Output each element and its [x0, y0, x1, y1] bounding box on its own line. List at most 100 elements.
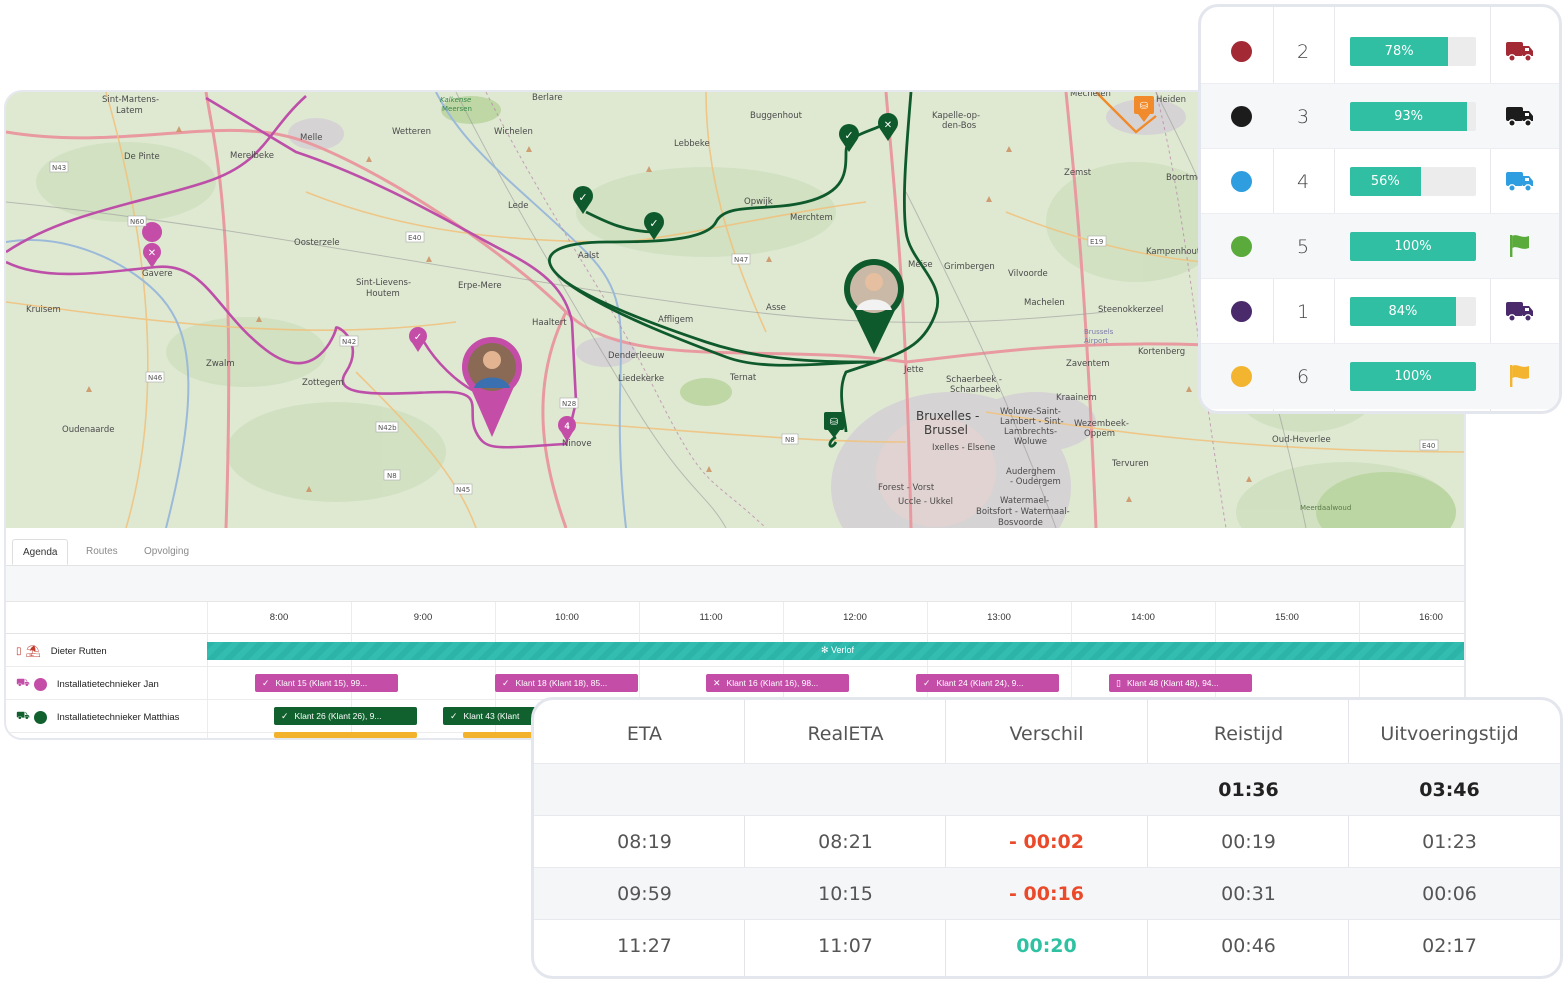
- check-icon: ✓: [502, 678, 510, 688]
- avatar: [33, 677, 47, 691]
- progress-bar: 78%: [1350, 37, 1476, 66]
- vehicle-row[interactable]: 2 78%: [1201, 19, 1559, 84]
- svg-text:Zemst: Zemst: [1064, 168, 1092, 178]
- vehicle-color-dot: [1231, 106, 1252, 127]
- resource-label: Installatietechnieker Matthias: [56, 711, 180, 723]
- truck-icon: [1505, 298, 1539, 326]
- avatar: [33, 710, 47, 724]
- svg-text:Oosterzele: Oosterzele: [294, 238, 340, 248]
- svg-text:⛁: ⛁: [830, 417, 838, 428]
- svg-text:Sint-Lievens-: Sint-Lievens-: [356, 278, 411, 288]
- resource-name[interactable]: ⛟ Installatietechnieker Matthias: [16, 710, 179, 724]
- tab-opvolging[interactable]: Opvolging: [134, 539, 199, 565]
- svg-text:Lede: Lede: [508, 201, 528, 211]
- appointment[interactable]: ✓ Klant 24 (Klant 24), 9...: [916, 674, 1059, 692]
- agenda-toolbar: [6, 566, 1464, 602]
- vehicle-row[interactable]: 4 56%: [1201, 149, 1559, 214]
- appointment-label: Klant 18 (Klant 18), 85...: [515, 678, 608, 688]
- resource-label: Installatietechnieker Jan: [56, 678, 159, 690]
- appointment[interactable]: ✓ Klant 18 (Klant 18), 85...: [495, 674, 638, 692]
- reistijd-cell: 00:19: [1221, 831, 1276, 853]
- verschil-cell: 00:20: [1016, 935, 1077, 957]
- svg-text:Denderleeuw: Denderleeuw: [608, 351, 664, 361]
- progress-fill: 100%: [1350, 232, 1476, 261]
- appointment-label: Klant 16 (Klant 16), 98...: [726, 678, 819, 688]
- total-reistijd: 01:36: [1218, 779, 1279, 801]
- svg-text:Meerdaalwoud: Meerdaalwoud: [1300, 504, 1351, 512]
- tab-routes[interactable]: Routes: [76, 539, 128, 565]
- column-header-verschil[interactable]: Verschil: [946, 700, 1147, 764]
- appointment-label: Klant 24 (Klant 24), 9...: [936, 678, 1024, 688]
- appointment[interactable]: ✓ Klant 26 (Klant 26), 9...: [274, 707, 417, 725]
- resource-name[interactable]: ▯ ⛱ Dieter Rutten: [16, 644, 107, 658]
- svg-text:- Oudergem: - Oudergem: [1010, 477, 1061, 487]
- table-row[interactable]: 08:19 08:21 - 00:02 00:19 01:23: [534, 816, 1560, 868]
- progress-bar: 100%: [1350, 232, 1476, 261]
- totals-row: 01:36 03:46: [534, 764, 1560, 816]
- appointment[interactable]: ✓ Klant 15 (Klant 15), 99...: [255, 674, 398, 692]
- progress-fill: 78%: [1350, 37, 1449, 66]
- vehicle-row[interactable]: 5 100%: [1201, 214, 1559, 279]
- svg-text:Sint-Martens-: Sint-Martens-: [102, 95, 159, 105]
- cross-icon: ✕: [713, 678, 721, 688]
- svg-text:✕: ✕: [148, 248, 156, 259]
- uitvoeringstijd-cell: 02:17: [1422, 935, 1477, 957]
- vehicle-number: 3: [1296, 106, 1310, 128]
- progress-bar: 84%: [1350, 297, 1476, 326]
- check-icon: ✓: [450, 711, 458, 721]
- appointment-label: Klant 43 (Klant: [463, 711, 520, 721]
- appointment[interactable]: ▯ Klant 48 (Klant 48), 94...: [1109, 674, 1252, 692]
- realeta-cell: 08:21: [818, 831, 873, 853]
- svg-text:Kortenberg: Kortenberg: [1138, 347, 1185, 357]
- svg-text:E40: E40: [1422, 442, 1435, 450]
- resource-row: ⛟ Installatietechnieker Jan ✓ Klant 15 (K…: [6, 667, 1464, 700]
- svg-text:N46: N46: [148, 374, 163, 382]
- svg-text:Kruisem: Kruisem: [26, 305, 61, 315]
- progress-fill: 93%: [1350, 102, 1468, 131]
- svg-text:Kraainem: Kraainem: [1056, 393, 1097, 403]
- svg-text:Merchtem: Merchtem: [790, 213, 833, 223]
- svg-text:Opwijk: Opwijk: [744, 197, 773, 207]
- svg-text:N43: N43: [52, 164, 66, 172]
- svg-text:N28: N28: [562, 400, 576, 408]
- hour-label: 15:00: [1275, 612, 1299, 623]
- svg-text:den-Bos: den-Bos: [942, 121, 977, 131]
- svg-text:Zaventem: Zaventem: [1066, 359, 1110, 369]
- appointment[interactable]: ✕ Klant 16 (Klant 16), 98...: [706, 674, 849, 692]
- svg-text:Kampenhout: Kampenhout: [1146, 247, 1201, 257]
- verschil-cell: - 00:16: [1009, 883, 1084, 905]
- vehicle-row[interactable]: 6 100%: [1201, 344, 1559, 409]
- svg-text:Liedekerke: Liedekerke: [618, 374, 664, 384]
- svg-text:Houtem: Houtem: [366, 289, 400, 299]
- appointment-label: Klant 48 (Klant 48), 94...: [1126, 678, 1219, 688]
- eta-cell: 08:19: [617, 831, 672, 853]
- vehicle-row[interactable]: 3 93%: [1201, 84, 1559, 149]
- table-row[interactable]: 09:59 10:15 - 00:16 00:31 00:06: [534, 868, 1560, 920]
- svg-text:✓: ✓: [414, 332, 422, 343]
- vehicle-number: 2: [1296, 41, 1310, 63]
- verlof-bar[interactable]: ✻ Verlof: [207, 642, 1464, 660]
- svg-text:Bosvoorde: Bosvoorde: [998, 518, 1043, 528]
- column-header-eta[interactable]: ETA: [544, 700, 745, 764]
- svg-text:✓: ✓: [844, 130, 853, 142]
- tab-agenda[interactable]: Agenda: [12, 539, 69, 565]
- svg-text:Lambrechts-: Lambrechts-: [1004, 427, 1057, 437]
- svg-text:N8: N8: [785, 436, 795, 444]
- appointment[interactable]: [274, 732, 417, 738]
- truck-icon: ⛟: [16, 677, 30, 689]
- svg-text:✕: ✕: [884, 120, 892, 131]
- hour-label: 10:00: [555, 612, 579, 623]
- resource-name[interactable]: ⛟ Installatietechnieker Jan: [16, 677, 159, 691]
- column-header-realeta[interactable]: RealETA: [745, 700, 946, 764]
- svg-text:Oudenaarde: Oudenaarde: [62, 425, 114, 435]
- column-header-uitvoeringstijd[interactable]: Uitvoeringstijd: [1349, 700, 1550, 764]
- progress-fill: 56%: [1350, 167, 1421, 196]
- hour-label: 14:00: [1131, 612, 1155, 623]
- table-row[interactable]: 11:27 11:07 00:20 00:46 02:17: [534, 920, 1560, 972]
- vehicle-row[interactable]: 1 84%: [1201, 279, 1559, 344]
- column-header-reistijd[interactable]: Reistijd: [1148, 700, 1349, 764]
- svg-text:Gavere: Gavere: [142, 269, 173, 279]
- appointment-label: Klant 15 (Klant 15), 99...: [275, 678, 368, 688]
- svg-text:Kalkense: Kalkense: [440, 96, 471, 104]
- truck-icon: ⛟: [16, 710, 30, 722]
